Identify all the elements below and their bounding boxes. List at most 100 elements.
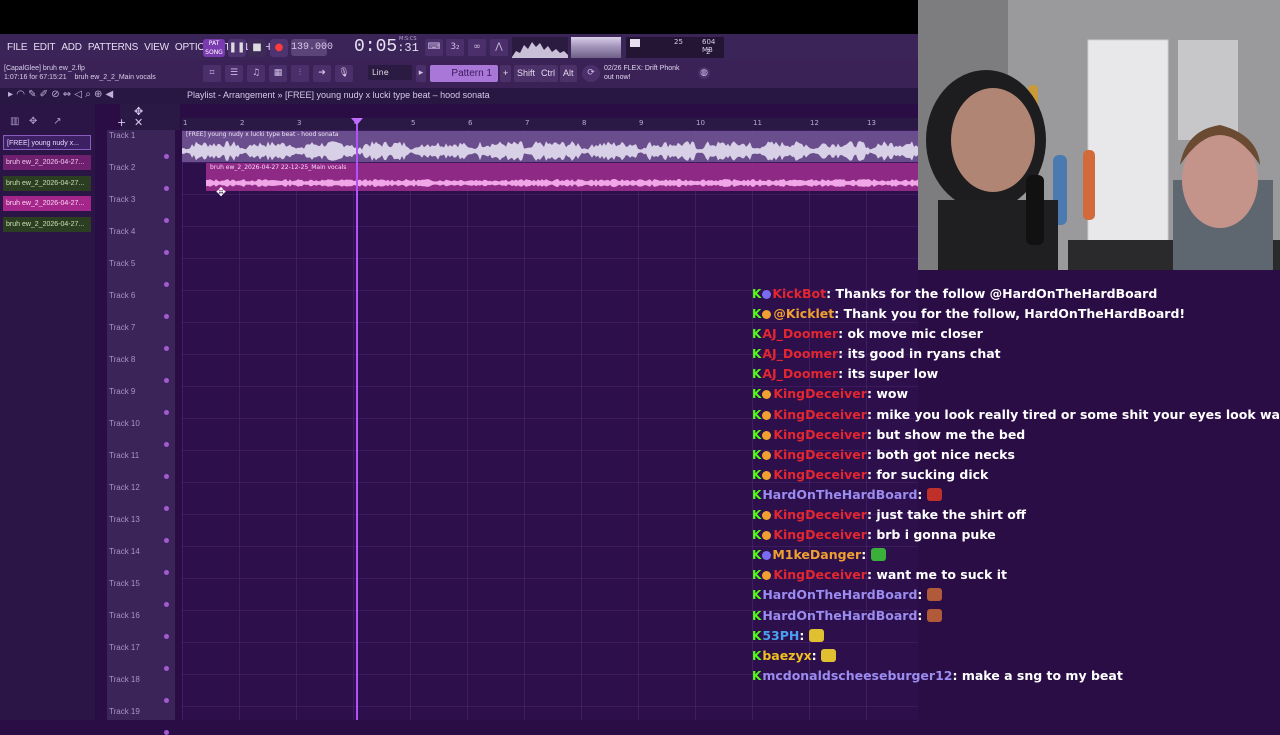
record-button[interactable]: ● (270, 39, 288, 57)
chat-username[interactable]: KingDeceiver (773, 527, 867, 542)
ctrl-key-button[interactable]: Ctrl (538, 65, 558, 82)
track-tools[interactable]: ✥ + ✕ (117, 104, 180, 130)
chat-username[interactable]: M1keDanger (772, 547, 861, 562)
chat-username[interactable]: KingDeceiver (773, 447, 867, 462)
menu-item-add[interactable]: ADD (58, 42, 85, 53)
tempo-display[interactable]: 139.000 (291, 39, 333, 56)
track-mute-toggle[interactable] (164, 250, 169, 255)
chat-username[interactable]: KingDeceiver (773, 427, 867, 442)
news-icon[interactable]: ⟳ (582, 65, 600, 82)
track-name[interactable]: Track 5 (109, 259, 135, 268)
track-name[interactable]: Track 12 (109, 483, 140, 492)
add-pattern-button[interactable]: + (500, 65, 512, 82)
playlist-icon[interactable]: ☰ (225, 65, 243, 82)
timeline-ruler[interactable]: 12345678910111213 (182, 118, 918, 130)
track-name[interactable]: Track 13 (109, 515, 140, 524)
track-mute-toggle[interactable] (164, 538, 169, 543)
track-name[interactable]: Track 4 (109, 227, 135, 236)
chat-username[interactable]: baezyx (762, 648, 811, 663)
vocal-audio-clip[interactable]: bruh ew_2_2026-04-27 22-12-25_Main vocal… (206, 163, 918, 191)
chat-username[interactable]: AJ_Doomer (762, 346, 838, 361)
track-mute-toggle[interactable] (164, 730, 169, 735)
track-name[interactable]: Track 16 (109, 611, 140, 620)
menu-item-patterns[interactable]: PATTERNS (85, 42, 141, 53)
step-edit-icon[interactable]: ∞ (468, 39, 486, 56)
chat-username[interactable]: HardOnTheHardBoard (762, 487, 917, 502)
clip-source-item[interactable]: bruh ew_2_2026-04-27... (3, 176, 91, 191)
track-mute-toggle[interactable] (164, 698, 169, 703)
chat-username[interactable]: 53PH (762, 628, 799, 643)
track-mute-toggle[interactable] (164, 410, 169, 415)
browser-tools-icons[interactable]: ▥ ✥ ↗ (10, 116, 62, 127)
chat-username[interactable]: KickBot (772, 286, 826, 301)
play-pattern-icon[interactable]: ▸ (416, 65, 426, 82)
typing-keyboard-icon[interactable]: ⌨ (425, 39, 443, 56)
track-mute-toggle[interactable] (164, 634, 169, 639)
clip-source-item[interactable]: bruh ew_2_2026-04-27... (3, 155, 91, 170)
alt-key-button[interactable]: Alt (560, 65, 577, 82)
track-mute-toggle[interactable] (164, 218, 169, 223)
track-mute-toggle[interactable] (164, 570, 169, 575)
track-mute-toggle[interactable] (164, 346, 169, 351)
track-mute-toggle[interactable] (164, 282, 169, 287)
playhead[interactable] (356, 118, 358, 720)
track-mute-toggle[interactable] (164, 154, 169, 159)
snap-select[interactable]: Line (368, 65, 412, 80)
chat-username[interactable]: AJ_Doomer (762, 326, 838, 341)
track-name[interactable]: Track 1 (109, 131, 135, 140)
shift-key-button[interactable]: Shift (514, 65, 539, 82)
playhead-marker[interactable] (351, 118, 363, 125)
pause-button[interactable]: ❚❚ (228, 39, 246, 57)
chat-username[interactable]: @Kicklet (773, 306, 834, 321)
track-name[interactable]: Track 14 (109, 547, 140, 556)
track-mute-toggle[interactable] (164, 442, 169, 447)
track-name[interactable]: Track 10 (109, 419, 140, 428)
mixer-icon[interactable]: ⫶ (291, 65, 309, 82)
menu-item-edit[interactable]: EDIT (30, 42, 58, 53)
track-name[interactable]: Track 7 (109, 323, 135, 332)
clip-source-item[interactable]: [FREE] young nudy x... (3, 135, 91, 150)
chat-username[interactable]: mcdonaldscheeseburger12 (762, 668, 952, 683)
track-name[interactable]: Track 11 (109, 451, 139, 460)
track-name[interactable]: Track 19 (109, 707, 140, 716)
chat-username[interactable]: KingDeceiver (773, 507, 867, 522)
news-panel[interactable]: 02/26 FLEX: Drift Phonk out now! (604, 64, 680, 82)
track-name[interactable]: Track 9 (109, 387, 135, 396)
chat-username[interactable]: KingDeceiver (773, 567, 867, 582)
track-mute-toggle[interactable] (164, 314, 169, 319)
arrow-right-icon[interactable]: ➜ (313, 65, 331, 82)
track-name[interactable]: Track 8 (109, 355, 135, 364)
track-name[interactable]: Track 6 (109, 291, 135, 300)
menu-item-view[interactable]: VIEW (141, 42, 172, 53)
track-mute-toggle[interactable] (164, 186, 169, 191)
track-mute-toggle[interactable] (164, 506, 169, 511)
track-name[interactable]: Track 3 (109, 195, 135, 204)
beat-audio-clip[interactable]: [FREE] young nudy x lucki type beat - ho… (182, 131, 918, 162)
countdown-icon[interactable]: 3₂ (446, 39, 464, 56)
track-mute-toggle[interactable] (164, 378, 169, 383)
chat-username[interactable]: KingDeceiver (773, 386, 867, 401)
chat-username[interactable]: AJ_Doomer (762, 366, 838, 381)
globe-icon[interactable]: ◍ (698, 67, 710, 79)
clip-source-item[interactable]: bruh ew_2_2026-04-27... (3, 217, 91, 232)
menu-item-file[interactable]: FILE (4, 42, 30, 53)
pattern-selector[interactable]: Pattern 1 (430, 65, 498, 82)
clip-source-item[interactable]: bruh ew_2_2026-04-27... (3, 196, 91, 211)
chat-username[interactable]: HardOnTheHardBoard (762, 587, 917, 602)
piano-roll-icon[interactable]: ♫ (247, 65, 265, 82)
chat-username[interactable]: KingDeceiver (773, 407, 867, 422)
track-mute-toggle[interactable] (164, 602, 169, 607)
track-name[interactable]: Track 17 (109, 643, 140, 652)
playlist-tools-icons[interactable]: ▸ ◠ ✎ ✐ ⊘ ⇔ ◁ ⌕ ⊕ ◀ (8, 89, 113, 100)
snap-icon[interactable]: ⌗ (203, 65, 221, 82)
track-name[interactable]: Track 18 (109, 675, 140, 684)
stop-button[interactable]: ■ (248, 39, 266, 57)
track-name[interactable]: Track 2 (109, 163, 135, 172)
track-mute-toggle[interactable] (164, 474, 169, 479)
metronome-icon[interactable]: ⋀ (490, 39, 508, 56)
chat-username[interactable]: KingDeceiver (773, 467, 867, 482)
track-name[interactable]: Track 15 (109, 579, 140, 588)
track-mute-toggle[interactable] (164, 666, 169, 671)
microphone-icon[interactable]: 🎙 (335, 65, 353, 82)
pat-song-toggle[interactable]: PAT SONG (203, 39, 225, 57)
